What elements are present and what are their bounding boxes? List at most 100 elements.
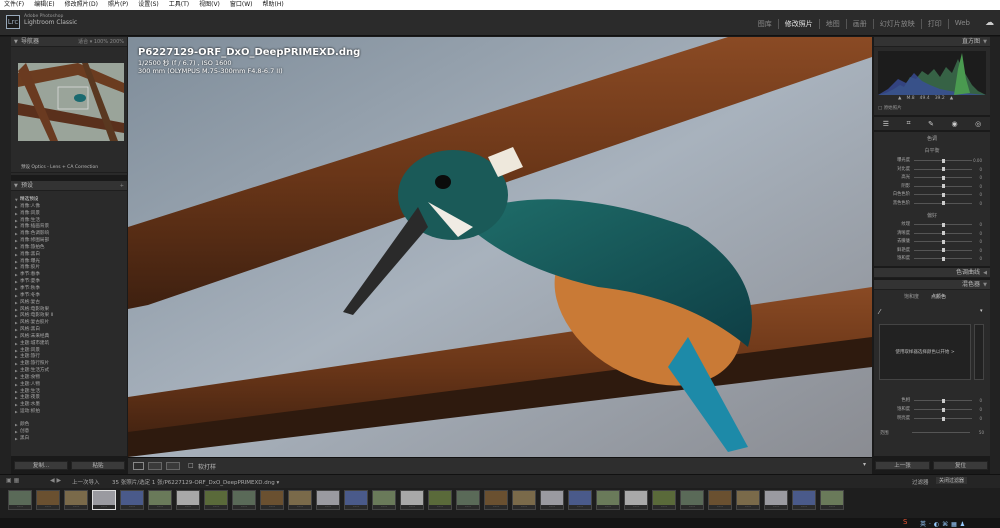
filmstrip-thumbnail[interactable]: ····· [624, 490, 648, 510]
slider[interactable]: 高光 0 [882, 175, 982, 180]
filmstrip-thumbnail[interactable]: ····· [596, 490, 620, 510]
right-panel-collapse-strip[interactable] [990, 37, 1000, 474]
ime-icon[interactable]: S [903, 518, 907, 526]
tab-point-color[interactable]: 点颜色 [931, 293, 946, 300]
filmstrip-thumbnail[interactable]: ····· [400, 490, 424, 510]
slider-knob[interactable] [942, 256, 945, 261]
preset-group[interactable]: ▶ 季节:夏季 [11, 279, 127, 286]
preset-group[interactable]: ▶ 风格:复古 [11, 300, 127, 307]
slider[interactable]: 黑色色阶 0 [882, 201, 982, 206]
filmstrip-grid-icon[interactable]: ▣ ▦ [6, 477, 19, 484]
color-mixer-header[interactable]: 混色器 ▼ [874, 280, 990, 290]
slider-knob[interactable] [942, 175, 945, 180]
filmstrip-thumbnail[interactable]: ····· [820, 490, 844, 510]
filmstrip-thumbnail[interactable]: ····· [92, 490, 116, 510]
filmstrip-thumbnail[interactable]: ····· [204, 490, 228, 510]
profile-bar[interactable]: 预设 Optics - Lens + CA Correction [11, 163, 127, 173]
copy-button[interactable]: 复制... [14, 461, 68, 470]
swap-icon[interactable] [166, 462, 180, 470]
module-tab[interactable]: 画册 [845, 19, 873, 29]
slider-track[interactable] [914, 248, 972, 252]
preset-group[interactable]: ▶ 主题:人物 [11, 382, 127, 389]
toolbar-menu-icon[interactable]: ▾ [863, 461, 866, 468]
slider-knob[interactable] [942, 222, 945, 227]
slider-track[interactable] [914, 175, 972, 180]
preset-group[interactable]: ▶ 主题:食物 [11, 375, 127, 382]
preset-group[interactable]: ▶ 颜色 [11, 422, 127, 429]
slider-track[interactable] [914, 407, 972, 412]
module-tab[interactable]: 图库 [752, 19, 778, 29]
slider[interactable]: 曝光度 0.00 [882, 158, 982, 163]
healing-icon[interactable]: ✎ [928, 120, 934, 128]
slider[interactable]: 纹理 0 [882, 222, 982, 227]
slider-track[interactable] [914, 167, 972, 171]
filmstrip-thumbnail[interactable]: ····· [484, 490, 508, 510]
preset-group[interactable]: ▶ 风格:未来经典 [11, 334, 127, 341]
edit-sliders-icon[interactable]: ☰ [883, 120, 889, 128]
slider-knob[interactable] [942, 158, 945, 163]
paste-button[interactable]: 粘贴 [71, 461, 125, 470]
filmstrip-thumbnail[interactable]: ····· [8, 490, 32, 510]
navigator-preview[interactable] [18, 63, 124, 141]
histogram-header[interactable]: 直方图 ▼ [874, 37, 990, 47]
slider[interactable]: 去朦胧 0 [882, 239, 982, 244]
slider-knob[interactable] [942, 398, 945, 403]
preset-group[interactable]: ▶ 肖像:人像 [11, 204, 127, 211]
color-menu-icon[interactable]: ▾ [980, 308, 983, 314]
zoom-200[interactable]: 200% [110, 39, 124, 45]
slider-track[interactable] [914, 231, 972, 235]
slider-knob[interactable] [942, 184, 945, 188]
main-photo[interactable]: P6227129-ORF_DxO_DeepPRIMEXD.dng 1/2500 … [128, 37, 872, 457]
filmstrip-thumbnail[interactable]: ····· [344, 490, 368, 510]
menu-item[interactable]: 工具(T) [169, 0, 189, 10]
crop-icon[interactable]: ⌗ [907, 119, 911, 128]
cloud-sync-icon[interactable]: ☁ [985, 18, 994, 28]
slider[interactable]: 明亮度 0 [882, 416, 982, 421]
preset-group[interactable]: ▶ 创意 [11, 429, 127, 436]
preset-group[interactable]: ▶ 运动:抓拍 [11, 409, 127, 416]
zoom-options[interactable]: 适合 ▾ 100% 200% [78, 37, 124, 47]
module-tab[interactable]: 地图 [818, 19, 846, 29]
preset-group[interactable]: ▶ 季节:冬季 [11, 293, 127, 300]
slider-knob[interactable] [942, 407, 945, 412]
filmstrip-thumbnail[interactable]: ····· [316, 490, 340, 510]
filmstrip-source[interactable]: 上一次导入 [72, 478, 100, 486]
preset-group[interactable]: ▼ 精选预设 [11, 197, 127, 204]
slider-track[interactable] [914, 398, 972, 403]
filmstrip-thumbnail[interactable]: ····· [260, 490, 284, 510]
slider-track[interactable] [914, 201, 972, 205]
preset-group[interactable]: ▶ 肖像:修图局部 [11, 238, 127, 245]
menu-item[interactable]: 视图(V) [199, 0, 220, 10]
slider-track[interactable] [914, 184, 972, 188]
slider-knob[interactable] [942, 231, 945, 235]
slider-track[interactable] [914, 158, 972, 163]
preset-group[interactable]: ▶ 主题:生活方式 [11, 368, 127, 375]
tray-icons[interactable]: 英·◐⌘▦♟ [920, 519, 968, 528]
before-after-icon[interactable] [148, 462, 162, 470]
filmstrip-thumbnail[interactable]: ····· [736, 490, 760, 510]
module-tab[interactable]: Web [947, 19, 976, 29]
slider-track[interactable] [914, 256, 972, 261]
filmstrip-thumbnail[interactable]: ····· [512, 490, 536, 510]
filmstrip-thumbnail[interactable]: ····· [764, 490, 788, 510]
filmstrip-thumbnail[interactable]: ····· [456, 490, 480, 510]
range-slider[interactable] [912, 432, 970, 433]
soft-proof-checkbox[interactable]: □ [188, 462, 194, 469]
eyedropper-icon[interactable]: ⁄ [879, 308, 880, 316]
slider[interactable]: 色相 0 [882, 398, 982, 403]
slider-knob[interactable] [942, 167, 945, 171]
menu-item[interactable]: 帮助(H) [263, 0, 284, 10]
nav-arrows-icon[interactable]: ◀ ▶ [50, 477, 61, 484]
masking-icon[interactable]: ◎ [975, 120, 981, 128]
filmstrip-thumbnail[interactable]: ····· [708, 490, 732, 510]
filmstrip-thumbnail[interactable]: ····· [232, 490, 256, 510]
slider-track[interactable] [914, 192, 972, 197]
slider[interactable]: 饱和度 0 [882, 407, 982, 412]
loupe-view-icon[interactable] [133, 462, 144, 470]
slider[interactable]: 对比度 0 [882, 167, 982, 172]
slider[interactable]: 阴影 0 [882, 184, 982, 189]
zoom-100[interactable]: 100% [94, 39, 108, 45]
filmstrip-thumbnail[interactable]: ····· [568, 490, 592, 510]
menu-item[interactable]: 设置(S) [138, 0, 159, 10]
presets-header[interactable]: ▼ 预设 + [11, 181, 127, 191]
